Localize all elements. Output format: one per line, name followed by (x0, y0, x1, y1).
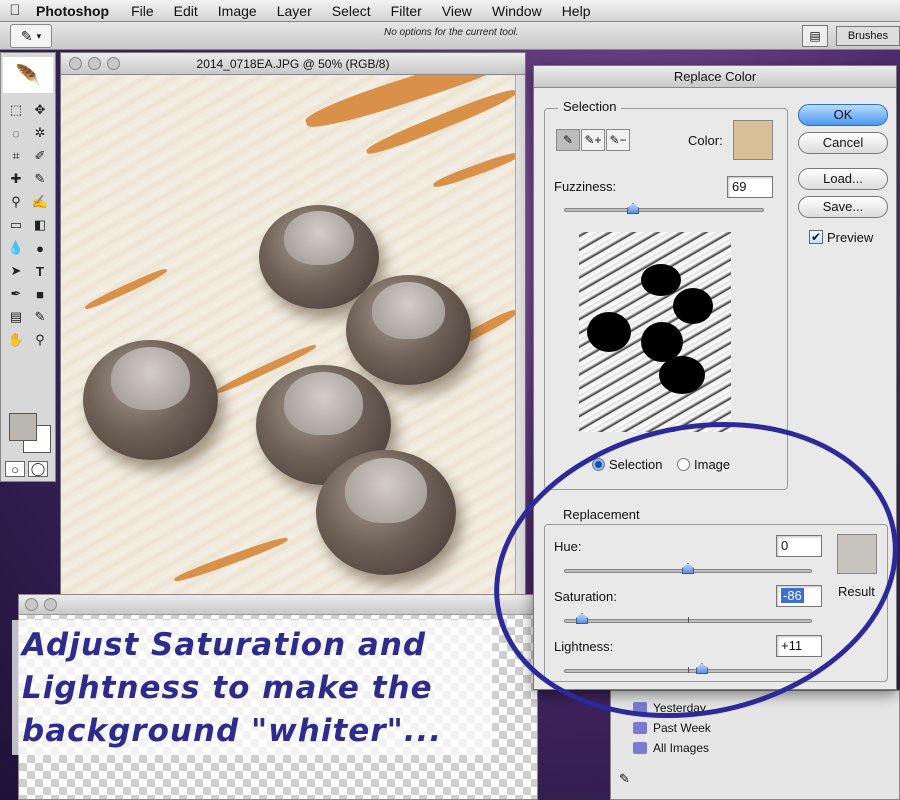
fuzziness-label: Fuzziness: (554, 179, 617, 194)
minimize-window-icon[interactable] (44, 598, 57, 611)
cancel-button[interactable]: Cancel (798, 132, 888, 154)
list-item[interactable]: Past Week (633, 721, 711, 735)
eyedropper-tool-icon[interactable]: ✎ (28, 306, 52, 328)
brush-tool-icon[interactable]: ✎ (28, 168, 52, 190)
zoom-tool-icon[interactable]: ⚲ (28, 329, 52, 351)
list-item-label: Past Week (653, 721, 711, 735)
document-title: 2014_0718EA.JPG @ 50% (RGB/8) (196, 57, 390, 71)
fuzziness-slider-track[interactable] (564, 208, 764, 212)
eyedropper-minus-icon[interactable]: ✎− (606, 129, 630, 151)
selection-preview-image (579, 232, 731, 432)
slice-tool-icon[interactable]: ✐ (28, 145, 52, 167)
hand-tool-icon[interactable]: ✋ (4, 329, 28, 351)
eyedropper-plus-icon[interactable]: ✎+ (581, 129, 605, 151)
acorn-figure (346, 275, 471, 385)
menu-bar:  Photoshop File Edit Image Layer Select… (0, 0, 900, 22)
options-bar: ✎ ▾ No options for the current tool. ▤ Br… (0, 22, 900, 50)
menu-edit[interactable]: Edit (164, 3, 208, 19)
menu-file[interactable]: File (121, 3, 164, 19)
menu-image[interactable]: Image (208, 3, 267, 19)
move-tool-icon[interactable]: ✥ (28, 99, 52, 121)
ok-button[interactable]: OK (798, 104, 888, 126)
brushes-palette-tab[interactable]: Brushes (836, 26, 900, 46)
list-item-label: All Images (653, 741, 710, 755)
secondary-title-bar[interactable] (19, 595, 537, 615)
folder-icon (633, 742, 647, 754)
tool-preset-picker[interactable]: ✎ ▾ (10, 24, 52, 48)
menu-app-name[interactable]: Photoshop (30, 3, 121, 19)
feather-logo-icon[interactable]: 🪶 (3, 57, 53, 93)
crop-tool-icon[interactable]: ⌗ (4, 145, 28, 167)
eyedropper-icon[interactable]: ✎ (556, 129, 580, 151)
standard-mode-icon[interactable]: ○ (5, 461, 25, 477)
palette-well-icon[interactable]: ▤ (802, 25, 828, 47)
minimize-window-icon[interactable] (88, 57, 101, 70)
history-brush-tool-icon[interactable]: ✍ (28, 191, 52, 213)
menu-view[interactable]: View (432, 3, 482, 19)
acorn-figure (316, 450, 456, 575)
apple-icon[interactable]:  (0, 2, 30, 19)
preview-label: Preview (827, 230, 874, 245)
healing-tool-icon[interactable]: ✚ (4, 168, 28, 190)
caption-text: Adjust Saturation and Lightness to make … (22, 627, 443, 749)
marquee-tool-icon[interactable]: ⬚ (4, 99, 28, 121)
close-window-icon[interactable] (25, 598, 38, 611)
color-swatch[interactable] (733, 120, 773, 160)
selection-group-label: Selection (558, 99, 622, 114)
menu-select[interactable]: Select (322, 3, 381, 19)
dialog-title[interactable]: Replace Color (534, 66, 896, 88)
mask-mode-controls: ○ ◯ (5, 461, 48, 477)
stamp-tool-icon[interactable]: ⚲ (4, 191, 28, 213)
toolbox: 🪶 ⬚ ✥ ◌ ✲ ⌗ ✐ ✚ ✎ ⚲ ✍ ▭ ◧ 💧 ● ➤ T ✒ ■ ▤ … (0, 52, 56, 482)
annotation-caption: Adjust Saturation and Lightness to make … (12, 620, 492, 755)
list-item[interactable]: All Images (633, 741, 709, 755)
gradient-tool-icon[interactable]: ◧ (28, 214, 52, 236)
path-select-tool-icon[interactable]: ➤ (4, 260, 28, 282)
magic-wand-tool-icon[interactable]: ✲ (28, 122, 52, 144)
eraser-tool-icon[interactable]: ▭ (4, 214, 28, 236)
load-button[interactable]: Load... (798, 168, 888, 190)
preview-checkbox[interactable]: ✔ (809, 230, 823, 244)
acorn-figure (83, 340, 218, 460)
shape-tool-icon[interactable]: ■ (28, 283, 52, 305)
clock-icon (633, 722, 647, 734)
menu-window[interactable]: Window (482, 3, 552, 19)
type-tool-icon[interactable]: T (28, 260, 52, 282)
menu-help[interactable]: Help (552, 3, 601, 19)
pen-tool-icon[interactable]: ✒ (4, 283, 28, 305)
menu-filter[interactable]: Filter (381, 3, 432, 19)
close-window-icon[interactable] (69, 57, 82, 70)
foreground-color-swatch[interactable] (9, 413, 37, 441)
eyedropper-icon[interactable]: ✎ (619, 771, 630, 787)
document-title-bar[interactable]: 2014_0718EA.JPG @ 50% (RGB/8) (61, 53, 525, 75)
blur-tool-icon[interactable]: 💧 (4, 237, 28, 259)
color-label: Color: (688, 133, 723, 148)
zoom-window-icon[interactable] (107, 57, 120, 70)
lasso-tool-icon[interactable]: ◌ (4, 122, 28, 144)
save-button[interactable]: Save... (798, 196, 888, 218)
options-message: No options for the current tool. (384, 27, 519, 38)
quick-mask-icon[interactable]: ◯ (28, 461, 48, 477)
notes-tool-icon[interactable]: ▤ (4, 306, 28, 328)
menu-layer[interactable]: Layer (267, 3, 322, 19)
dodge-tool-icon[interactable]: ● (28, 237, 52, 259)
eyedropper-icon: ✎ (20, 27, 33, 44)
fuzziness-field[interactable]: 69 (727, 176, 773, 198)
